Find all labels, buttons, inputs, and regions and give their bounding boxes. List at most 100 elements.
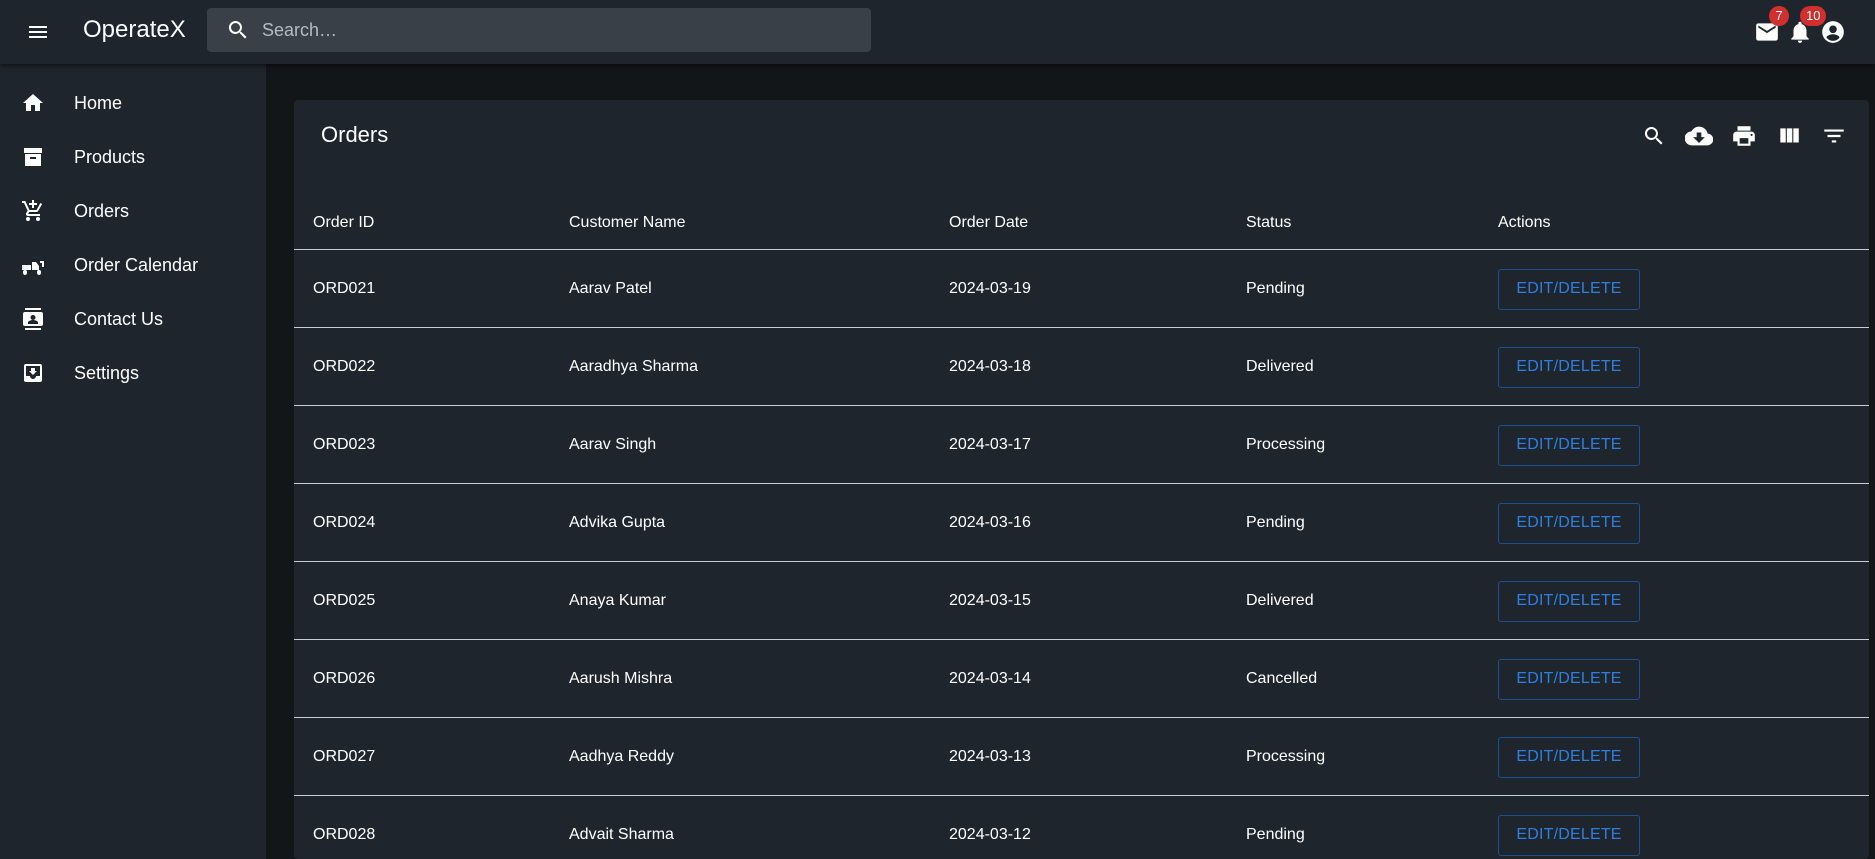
- customer-name-cell: Aarav Singh: [569, 436, 657, 453]
- app-title: OperateX: [83, 16, 186, 43]
- status-cell: Delivered: [1246, 592, 1314, 609]
- archive-icon: [20, 144, 46, 170]
- app-bar: OperateX 7 10: [0, 0, 1875, 64]
- inbox-download-icon: [20, 360, 46, 386]
- order-date-cell: 2024-03-12: [949, 826, 1031, 843]
- sidebar-item-label: Settings: [74, 362, 140, 383]
- search-icon: [228, 21, 247, 39]
- order-id-cell: ORD028: [313, 826, 376, 843]
- search-input[interactable]: [262, 19, 862, 41]
- search-bar[interactable]: [207, 8, 871, 52]
- order-date-cell: 2024-03-15: [949, 592, 1031, 609]
- download-button[interactable]: [1677, 114, 1721, 158]
- table-header-row: Order ID Customer Name Order Date Status…: [294, 196, 1869, 250]
- status-cell: Pending: [1246, 826, 1305, 843]
- edit-delete-button[interactable]: EDIT/DELETE: [1498, 658, 1640, 700]
- order-id-cell: ORD027: [313, 748, 376, 765]
- order-date-cell: 2024-03-17: [949, 436, 1031, 453]
- sidebar-item-label: Contact Us: [74, 308, 164, 329]
- order-id-cell: ORD024: [313, 514, 376, 531]
- edit-delete-button[interactable]: EDIT/DELETE: [1498, 424, 1640, 466]
- search-icon: [1644, 127, 1663, 145]
- customer-name-cell: Aarush Mishra: [569, 670, 673, 687]
- cart-icon: [20, 198, 46, 224]
- filter-button[interactable]: [1812, 114, 1856, 158]
- orders-panel: Orders Order ID Customer Name Order Date…: [294, 100, 1869, 859]
- delivery-icon: [20, 252, 46, 278]
- table-search-button[interactable]: [1632, 114, 1676, 158]
- print-icon: [1733, 126, 1755, 146]
- page-title: Orders: [321, 122, 389, 147]
- customer-name-cell: Aarav Patel: [569, 280, 652, 297]
- table-row: ORD024 Advika Gupta 2024-03-16 Pending EDIT/…: [294, 484, 1869, 562]
- sidebar-item-products[interactable]: Products: [0, 130, 266, 184]
- order-date-cell: 2024-03-16: [949, 514, 1031, 531]
- actions-cell: EDIT/DELETE: [1498, 484, 1640, 562]
- contact-icon: [20, 306, 46, 332]
- customer-name-cell: Aadhya Reddy: [569, 748, 674, 765]
- customer-name-cell: Aaradhya Sharma: [569, 358, 698, 375]
- table-row: ORD021 Aarav Patel 2024-03-19 Pending EDIT/D…: [294, 250, 1869, 328]
- actions-cell: EDIT/DELETE: [1498, 796, 1640, 859]
- order-date-cell: 2024-03-14: [949, 670, 1031, 687]
- status-cell: Delivered: [1246, 358, 1314, 375]
- order-id-cell: ORD023: [313, 436, 376, 453]
- column-header-status[interactable]: Status: [1246, 196, 1291, 250]
- notifications-badge: 10: [1800, 6, 1827, 26]
- edit-delete-button[interactable]: EDIT/DELETE: [1498, 502, 1640, 544]
- table-row: ORD028 Advait Sharma 2024-03-12 Pending EDIT…: [294, 796, 1869, 859]
- sidebar-item-contact-us[interactable]: Contact Us: [0, 292, 266, 346]
- sidebar-item-label: Order Calendar: [74, 254, 199, 275]
- edit-delete-button[interactable]: EDIT/DELETE: [1498, 268, 1640, 310]
- cloud-download-icon: [1685, 126, 1713, 146]
- order-date-cell: 2024-03-18: [949, 358, 1031, 375]
- column-header-actions: Actions: [1498, 214, 1551, 231]
- sidebar-item-order-calendar[interactable]: Order Calendar: [0, 238, 266, 292]
- order-date-cell: 2024-03-19: [949, 280, 1031, 297]
- print-button[interactable]: [1722, 114, 1766, 158]
- sidebar-item-settings[interactable]: Settings: [0, 346, 266, 400]
- customer-name-cell: Advika Gupta: [569, 514, 666, 531]
- column-header-order-date[interactable]: Order Date: [949, 196, 1028, 250]
- table-row: ORD025 Anaya Kumar 2024-03-15 Delivered EDIT…: [294, 562, 1869, 640]
- actions-cell: EDIT/DELETE: [1498, 718, 1640, 796]
- status-cell: Pending: [1246, 280, 1305, 297]
- order-id-cell: ORD026: [313, 670, 376, 687]
- order-id-cell: ORD025: [313, 592, 376, 609]
- table-row: ORD022 Aaradhya Sharma 2024-03-18 Delivered…: [294, 328, 1869, 406]
- home-icon: [20, 90, 46, 116]
- view-columns-icon: [1780, 128, 1799, 143]
- notifications-button[interactable]: 10: [1780, 6, 1827, 52]
- sidebar-item-label: Products: [74, 146, 146, 167]
- status-cell: Pending: [1246, 514, 1305, 531]
- column-header-customer-name[interactable]: Customer Name: [569, 196, 685, 250]
- sidebar-item-home[interactable]: Home: [0, 76, 266, 130]
- status-cell: Processing: [1246, 436, 1326, 453]
- edit-delete-button[interactable]: EDIT/DELETE: [1498, 346, 1640, 388]
- edit-delete-button[interactable]: EDIT/DELETE: [1498, 736, 1640, 778]
- edit-delete-button[interactable]: EDIT/DELETE: [1498, 814, 1640, 856]
- hamburger-icon: [29, 26, 47, 38]
- order-id-cell: ORD021: [313, 280, 376, 297]
- sidebar-item-orders[interactable]: Orders: [0, 184, 266, 238]
- account-circle-icon: [1822, 21, 1844, 43]
- column-header-order-id[interactable]: Order ID: [313, 196, 374, 250]
- menu-button[interactable]: [20, 14, 56, 50]
- actions-cell: EDIT/DELETE: [1498, 562, 1640, 640]
- order-date-cell: 2024-03-13: [949, 748, 1031, 765]
- sidebar-item-label: Orders: [74, 200, 130, 221]
- actions-cell: EDIT/DELETE: [1498, 328, 1640, 406]
- view-columns-button[interactable]: [1767, 114, 1811, 158]
- actions-cell: EDIT/DELETE: [1498, 640, 1640, 718]
- status-cell: Cancelled: [1246, 670, 1318, 687]
- actions-cell: EDIT/DELETE: [1498, 406, 1640, 484]
- customer-name-cell: Anaya Kumar: [569, 592, 666, 609]
- edit-delete-button[interactable]: EDIT/DELETE: [1498, 580, 1640, 622]
- status-cell: Processing: [1246, 748, 1326, 765]
- order-id-cell: ORD022: [313, 358, 376, 375]
- sidebar: Home Products Orders Order Calendar Cont…: [0, 64, 266, 859]
- table-row: ORD026 Aarush Mishra 2024-03-14 Cancelled ED…: [294, 640, 1869, 718]
- filter-icon: [1824, 129, 1844, 143]
- sidebar-item-label: Home: [74, 92, 123, 113]
- actions-cell: EDIT/DELETE: [1498, 250, 1640, 328]
